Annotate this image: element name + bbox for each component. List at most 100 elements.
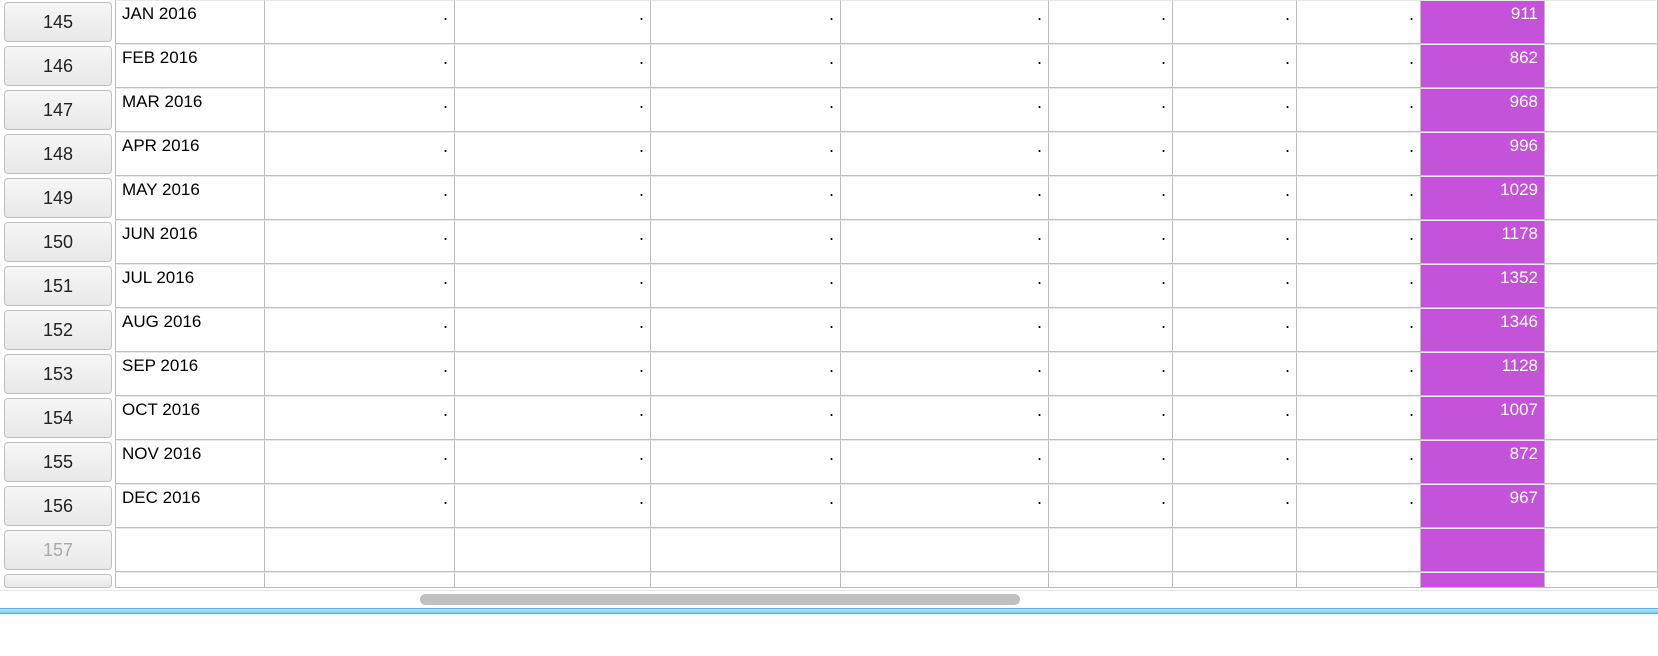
cell-predicted[interactable]: 1128 (1421, 352, 1545, 396)
cell-value[interactable]: . (651, 0, 841, 44)
cell-value[interactable]: . (841, 484, 1049, 528)
row-header[interactable]: 154 (4, 398, 112, 438)
cell-value[interactable]: . (455, 396, 651, 440)
cell-value[interactable]: . (1297, 396, 1421, 440)
cell-value[interactable]: . (1049, 484, 1173, 528)
cell-empty[interactable] (1545, 132, 1658, 176)
row-header[interactable]: 147 (4, 90, 112, 130)
cell-predicted[interactable]: 872 (1421, 440, 1545, 484)
cell-predicted[interactable]: 911 (1421, 0, 1545, 44)
cell-value[interactable]: . (455, 308, 651, 352)
cell-value[interactable]: . (265, 308, 455, 352)
cell-value[interactable]: . (651, 220, 841, 264)
cell-value[interactable]: . (455, 176, 651, 220)
cell-date[interactable]: MAR 2016 (115, 88, 265, 132)
cell-value[interactable]: . (651, 44, 841, 88)
cell-value[interactable]: . (651, 396, 841, 440)
cell-value[interactable]: . (1173, 0, 1297, 44)
cell-value[interactable]: . (1173, 220, 1297, 264)
cell-value[interactable]: . (265, 176, 455, 220)
row-header[interactable]: 145 (4, 2, 112, 42)
cell-value[interactable] (841, 572, 1049, 588)
cell-predicted[interactable]: 1007 (1421, 396, 1545, 440)
cell-value[interactable]: . (265, 220, 455, 264)
cell-value[interactable]: . (1173, 88, 1297, 132)
cell-value[interactable]: . (1297, 132, 1421, 176)
cell-value[interactable]: . (1297, 484, 1421, 528)
cell-value[interactable]: . (1049, 308, 1173, 352)
cell-value[interactable] (455, 528, 651, 572)
cell-predicted[interactable] (1421, 572, 1545, 588)
cell-value[interactable]: . (1173, 44, 1297, 88)
cell-empty[interactable] (1545, 528, 1658, 572)
row-header[interactable]: 150 (4, 222, 112, 262)
cell-date[interactable] (115, 572, 265, 588)
cell-value[interactable]: . (651, 176, 841, 220)
cell-value[interactable]: . (841, 264, 1049, 308)
cell-value[interactable]: . (1297, 44, 1421, 88)
cell-value[interactable]: . (455, 132, 651, 176)
cell-value[interactable]: . (1173, 352, 1297, 396)
cell-empty[interactable] (1545, 88, 1658, 132)
cell-value[interactable]: . (841, 88, 1049, 132)
cell-value[interactable]: . (1173, 484, 1297, 528)
cell-date[interactable]: JAN 2016 (115, 0, 265, 44)
cell-value[interactable]: . (841, 0, 1049, 44)
cell-value[interactable]: . (651, 264, 841, 308)
cell-value[interactable]: . (455, 220, 651, 264)
cell-value[interactable]: . (1297, 220, 1421, 264)
cell-value[interactable]: . (1297, 308, 1421, 352)
cell-value[interactable] (455, 572, 651, 588)
cell-value[interactable] (1173, 528, 1297, 572)
cell-value[interactable]: . (651, 352, 841, 396)
cell-value[interactable]: . (841, 44, 1049, 88)
cell-date[interactable] (115, 528, 265, 572)
cell-value[interactable] (1173, 572, 1297, 588)
row-header[interactable]: 157 (4, 530, 112, 570)
cell-date[interactable]: MAY 2016 (115, 176, 265, 220)
cell-value[interactable]: . (1049, 440, 1173, 484)
cell-date[interactable]: JUN 2016 (115, 220, 265, 264)
cell-predicted[interactable]: 862 (1421, 44, 1545, 88)
cell-value[interactable]: . (841, 440, 1049, 484)
row-header[interactable]: 155 (4, 442, 112, 482)
cell-date[interactable]: JUL 2016 (115, 264, 265, 308)
cell-value[interactable]: . (651, 308, 841, 352)
cell-value[interactable]: . (1173, 440, 1297, 484)
cell-empty[interactable] (1545, 396, 1658, 440)
cell-value[interactable]: . (841, 220, 1049, 264)
cell-value[interactable]: . (651, 88, 841, 132)
cell-value[interactable] (1297, 528, 1421, 572)
cell-date[interactable]: OCT 2016 (115, 396, 265, 440)
cell-value[interactable]: . (841, 176, 1049, 220)
row-header[interactable]: 156 (4, 486, 112, 526)
cell-predicted[interactable] (1421, 528, 1545, 572)
cell-value[interactable]: . (841, 352, 1049, 396)
row-header[interactable]: 153 (4, 354, 112, 394)
cell-date[interactable]: FEB 2016 (115, 44, 265, 88)
cell-value[interactable]: . (1049, 132, 1173, 176)
cell-empty[interactable] (1545, 352, 1658, 396)
cell-predicted[interactable]: 1352 (1421, 264, 1545, 308)
cell-value[interactable]: . (265, 396, 455, 440)
cell-value[interactable]: . (1173, 176, 1297, 220)
cell-value[interactable]: . (1297, 352, 1421, 396)
cell-value[interactable]: . (651, 440, 841, 484)
cell-empty[interactable] (1545, 484, 1658, 528)
cell-value[interactable] (651, 528, 841, 572)
cell-value[interactable]: . (651, 132, 841, 176)
cell-value[interactable]: . (265, 264, 455, 308)
row-header[interactable]: 151 (4, 266, 112, 306)
cell-value[interactable]: . (265, 88, 455, 132)
cell-empty[interactable] (1545, 44, 1658, 88)
cell-date[interactable]: SEP 2016 (115, 352, 265, 396)
cell-value[interactable] (841, 528, 1049, 572)
cell-value[interactable]: . (455, 440, 651, 484)
cell-predicted[interactable]: 1346 (1421, 308, 1545, 352)
cell-value[interactable]: . (455, 264, 651, 308)
cell-empty[interactable] (1545, 264, 1658, 308)
cell-value[interactable]: . (265, 0, 455, 44)
horizontal-scrollbar[interactable] (0, 590, 1658, 608)
cell-value[interactable]: . (1049, 88, 1173, 132)
cell-value[interactable]: . (265, 132, 455, 176)
